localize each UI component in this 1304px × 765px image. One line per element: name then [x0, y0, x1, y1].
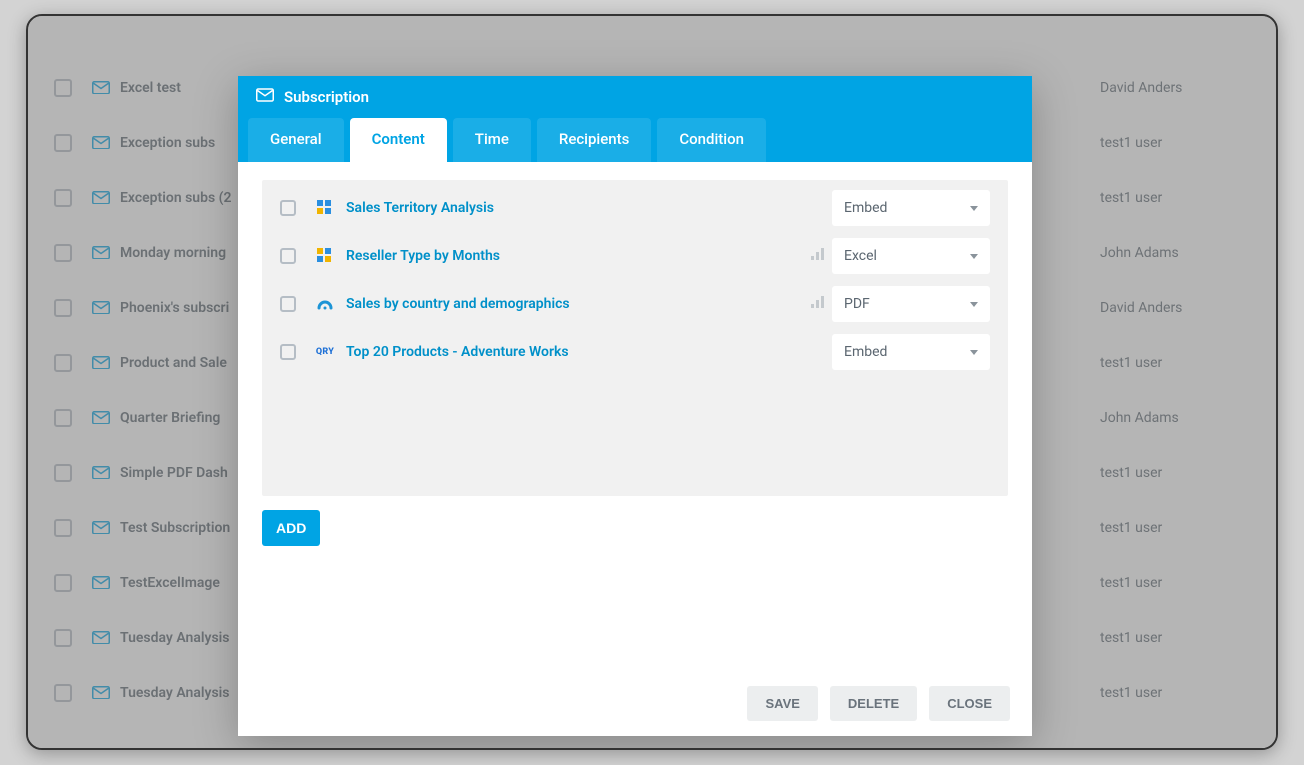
modal-body: Sales Territory Analysis Embed Reseller …	[238, 162, 1032, 670]
modal-footer: SAVE DELETE CLOSE	[238, 670, 1032, 736]
content-item-row: Sales Territory Analysis Embed	[262, 184, 1008, 232]
chevron-down-icon	[970, 302, 978, 307]
qry-icon: QRY	[316, 343, 334, 361]
tab-recipients[interactable]: Recipients	[537, 118, 651, 162]
add-button[interactable]: ADD	[262, 510, 320, 546]
save-button[interactable]: SAVE	[747, 686, 817, 721]
content-item-name[interactable]: Sales by country and demographics	[346, 296, 804, 312]
tab-condition[interactable]: Condition	[657, 118, 766, 162]
subscription-modal: Subscription General Content Time Recipi…	[238, 76, 1032, 736]
spacer	[262, 546, 1008, 670]
app-frame: Excel test Weekly 00:40 David Anders Exc…	[26, 14, 1278, 750]
format-select[interactable]: PDF	[832, 286, 990, 322]
content-item-name[interactable]: Sales Territory Analysis	[346, 200, 804, 216]
grid-blue-icon	[316, 199, 334, 217]
format-select[interactable]: Excel	[832, 238, 990, 274]
format-value: Embed	[844, 200, 887, 216]
item-checkbox[interactable]	[280, 248, 296, 264]
tab-content[interactable]: Content	[350, 118, 447, 162]
tab-general[interactable]: General	[248, 118, 344, 162]
format-select[interactable]: Embed	[832, 190, 990, 226]
format-value: Excel	[844, 248, 877, 264]
grid-yellow-icon	[316, 247, 334, 265]
modal-title: Subscription	[284, 88, 369, 106]
chevron-down-icon	[970, 254, 978, 259]
format-value: PDF	[844, 296, 870, 312]
tab-time[interactable]: Time	[453, 118, 531, 162]
close-button[interactable]: CLOSE	[929, 686, 1010, 721]
content-item-row: QRY Top 20 Products - Adventure Works Em…	[262, 328, 1008, 376]
bars-icon	[804, 248, 832, 264]
delete-button[interactable]: DELETE	[830, 686, 917, 721]
modal-header: Subscription	[238, 76, 1032, 118]
content-item-name[interactable]: Top 20 Products - Adventure Works	[346, 344, 804, 360]
bars-icon	[804, 296, 832, 312]
format-value: Embed	[844, 344, 887, 360]
gauge-icon	[316, 295, 334, 313]
format-select[interactable]: Embed	[832, 334, 990, 370]
tab-bar: General Content Time Recipients Conditio…	[238, 118, 1032, 162]
content-item-row: Reseller Type by Months Excel	[262, 232, 1008, 280]
envelope-icon	[256, 88, 274, 106]
content-item-row: Sales by country and demographics PDF	[262, 280, 1008, 328]
content-items-list: Sales Territory Analysis Embed Reseller …	[262, 180, 1008, 496]
item-checkbox[interactable]	[280, 200, 296, 216]
item-checkbox[interactable]	[280, 344, 296, 360]
chevron-down-icon	[970, 206, 978, 211]
content-item-name[interactable]: Reseller Type by Months	[346, 248, 804, 264]
item-checkbox[interactable]	[280, 296, 296, 312]
chevron-down-icon	[970, 350, 978, 355]
